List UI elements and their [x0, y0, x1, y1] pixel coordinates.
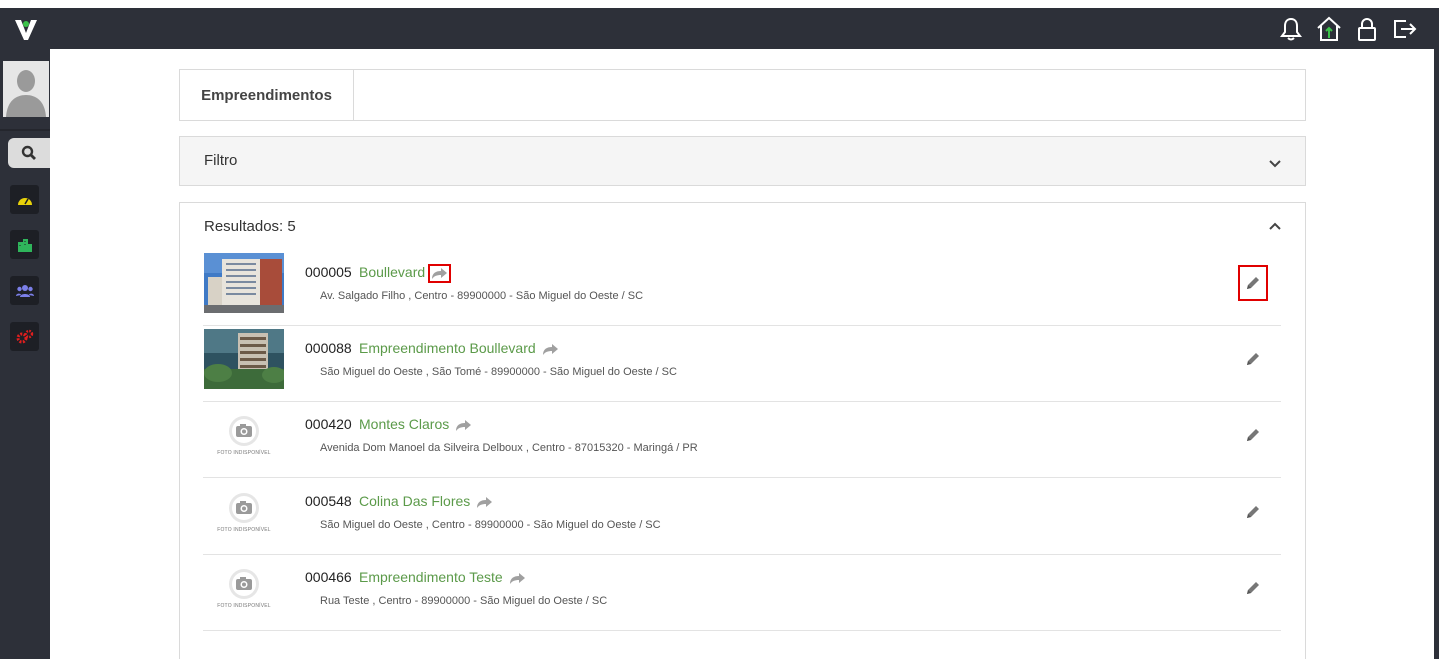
users-icon [15, 284, 34, 297]
item-code: 000005 [305, 264, 352, 280]
sidebar-separator [0, 129, 50, 131]
list-item: 000005 Boullevard Av. Salgado Filho , Ce… [203, 250, 1281, 326]
sidebar [0, 49, 50, 659]
buildings-icon [17, 238, 32, 252]
list-item: FOTO INDISPONÍVEL 000420 Montes Claros A… [203, 402, 1281, 478]
item-code: 000088 [305, 340, 352, 356]
edit-pencil-icon[interactable] [1239, 571, 1267, 605]
filter-panel[interactable]: Filtro [179, 136, 1306, 186]
search-icon [21, 145, 36, 160]
chevron-down-icon[interactable] [1267, 155, 1283, 171]
share-icon[interactable] [474, 494, 495, 511]
item-name-link[interactable]: Boullevard [359, 264, 425, 280]
photo-unavailable-text: FOTO INDISPONÍVEL [217, 449, 271, 456]
photo-unavailable: FOTO INDISPONÍVEL [204, 558, 284, 618]
item-address: São Miguel do Oeste , São Tomé - 8990000… [320, 366, 677, 378]
dashboard-icon [17, 197, 32, 205]
edit-pencil-icon[interactable] [1239, 495, 1267, 529]
item-code: 000548 [305, 493, 352, 509]
item-name-link[interactable]: Empreendimento Teste [359, 569, 503, 585]
top-bar [0, 8, 1439, 49]
photo-unavailable: FOTO INDISPONÍVEL [204, 405, 284, 465]
edit-pencil-icon[interactable] [1239, 418, 1267, 452]
photo-unavailable-text: FOTO INDISPONÍVEL [217, 602, 271, 609]
right-edge [1434, 49, 1439, 659]
building-photo [204, 329, 284, 389]
avatar[interactable] [3, 61, 49, 117]
item-code: 000420 [305, 416, 352, 432]
results-panel: Resultados: 5 000005 Boullevard Av. Salg… [179, 202, 1306, 659]
filter-label: Filtro [204, 152, 238, 169]
camera-icon [229, 415, 259, 446]
main-content: Empreendimentos Filtro Resultados: 5 000… [50, 49, 1434, 659]
item-address: São Miguel do Oeste , Centro - 89900000 … [320, 519, 661, 531]
top-strip [0, 0, 1439, 8]
v-logo-icon[interactable] [12, 15, 40, 43]
results-label: Resultados: 5 [204, 218, 296, 235]
list-item: FOTO INDISPONÍVEL 000466 Empreendimento … [203, 555, 1281, 631]
share-icon[interactable] [428, 263, 452, 283]
item-name-link[interactable]: Colina Das Flores [359, 493, 470, 509]
edit-pencil-icon[interactable] [1238, 265, 1268, 301]
item-address: Rua Teste , Centro - 89900000 - São Migu… [320, 595, 608, 607]
home-icon[interactable] [1315, 16, 1343, 42]
photo-unavailable-text: FOTO INDISPONÍVEL [217, 526, 271, 533]
chevron-up-icon[interactable] [1267, 219, 1283, 235]
sidebar-item-settings[interactable] [10, 322, 39, 351]
logout-icon[interactable] [1391, 16, 1419, 42]
share-icon[interactable] [507, 570, 528, 587]
item-name-link[interactable]: Empreendimento Boullevard [359, 340, 536, 356]
list-item: 000088 Empreendimento Boullevard São Mig… [203, 326, 1281, 402]
item-name-link[interactable]: Montes Claros [359, 416, 449, 432]
camera-icon [229, 492, 259, 523]
photo-unavailable: FOTO INDISPONÍVEL [204, 482, 284, 542]
list-item: FOTO INDISPONÍVEL 000548 Colina Das Flor… [203, 479, 1281, 555]
sidebar-search-button[interactable] [8, 138, 50, 168]
title-card: Empreendimentos [179, 69, 1306, 121]
bell-icon[interactable] [1277, 16, 1305, 42]
share-icon[interactable] [453, 417, 474, 434]
building-photo [204, 253, 284, 313]
sidebar-item-dashboard[interactable] [10, 185, 39, 214]
settings-icon [16, 329, 33, 343]
tab-empreendimentos[interactable]: Empreendimentos [180, 70, 354, 120]
share-icon[interactable] [540, 341, 561, 358]
item-code: 000466 [305, 569, 352, 585]
edit-pencil-icon[interactable] [1239, 342, 1267, 376]
sidebar-item-buildings[interactable] [10, 230, 39, 259]
camera-icon [229, 568, 259, 599]
item-address: Av. Salgado Filho , Centro - 89900000 - … [320, 290, 644, 302]
lock-icon[interactable] [1353, 16, 1381, 42]
sidebar-item-users[interactable] [10, 276, 39, 305]
item-address: Avenida Dom Manoel da Silveira Delboux ,… [320, 442, 698, 454]
